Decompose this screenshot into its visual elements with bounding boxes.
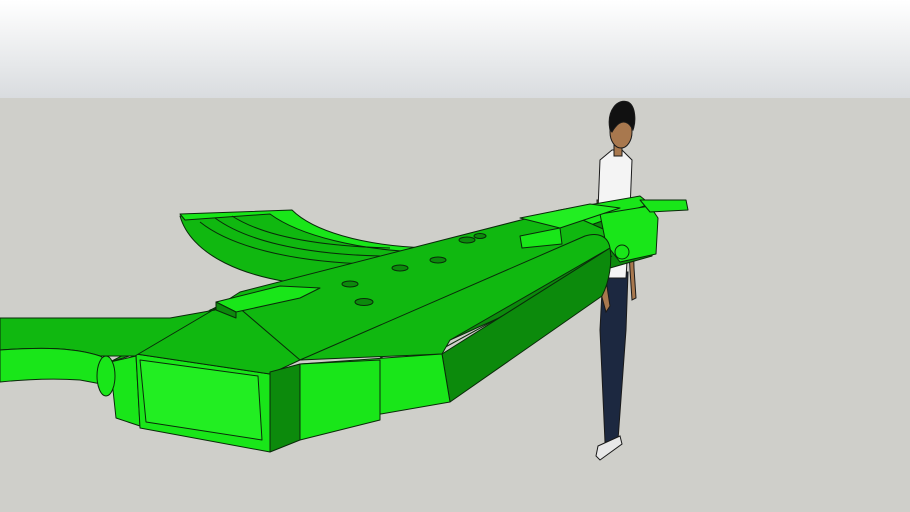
stock-round	[96, 355, 116, 397]
scene-canvas	[0, 0, 910, 512]
3d-viewport[interactable]	[0, 0, 910, 512]
receiver-hole	[341, 280, 359, 288]
grip-block-3	[269, 363, 301, 453]
receiver-hole	[473, 233, 487, 239]
receiver-hole	[354, 298, 374, 306]
receiver-hole	[458, 236, 476, 244]
pin-front	[614, 244, 630, 260]
receiver-hole	[429, 256, 447, 264]
sky	[0, 0, 910, 98]
receiver-hole	[391, 264, 409, 272]
